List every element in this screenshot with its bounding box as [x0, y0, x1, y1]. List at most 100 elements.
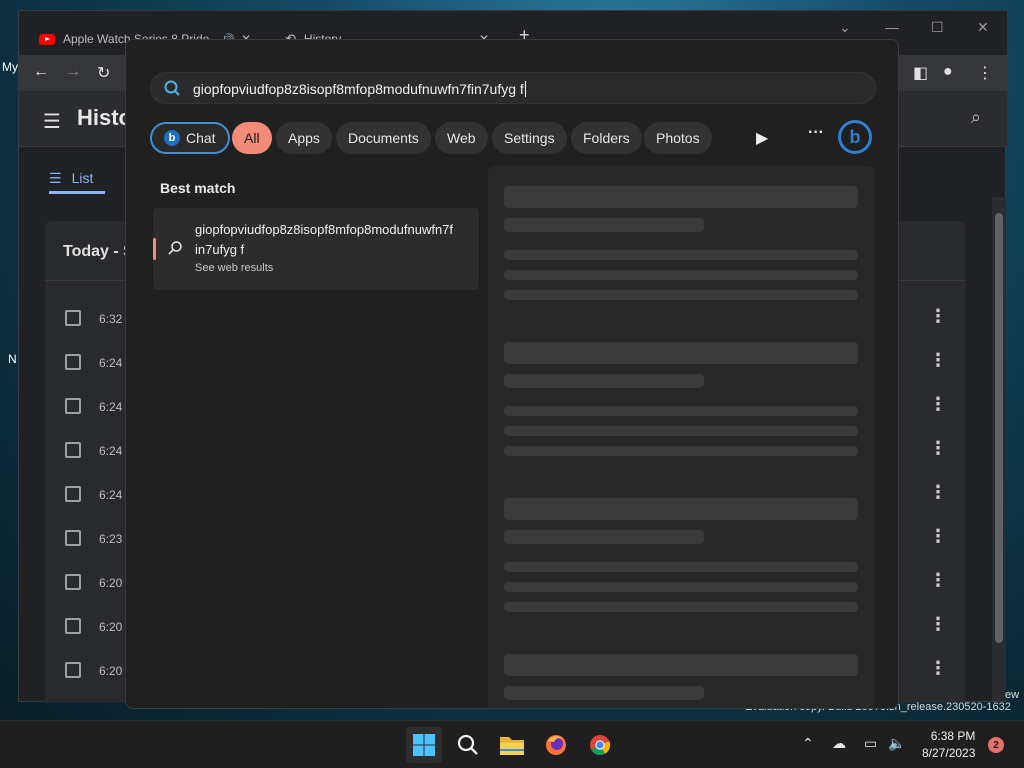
menu-kebab-icon[interactable]: ⋮ [977, 63, 993, 83]
more-options-icon[interactable]: ⋮ [929, 350, 947, 371]
loading-placeholder [504, 530, 704, 544]
file-explorer-button[interactable] [494, 727, 530, 763]
maximize-icon[interactable]: ☐ [931, 19, 944, 36]
start-button[interactable] [406, 727, 442, 763]
side-panel-icon[interactable]: ◧ [913, 63, 928, 83]
forward-icon[interactable]: → [65, 63, 81, 81]
notification-badge[interactable]: 2 [988, 737, 1004, 753]
profile-icon[interactable]: ● [943, 63, 953, 81]
search-flyout: giopfopviudfop8z8isopf8mfop8modufnuwfn7f… [125, 39, 899, 709]
clock[interactable]: 6:38 PM 8/27/2023 [922, 728, 975, 762]
desktop-icon-label[interactable]: My [2, 60, 18, 74]
desktop-icon-label[interactable]: N [8, 352, 17, 366]
filter-documents-button[interactable]: Documents [336, 122, 431, 154]
row-checkbox[interactable] [65, 618, 81, 634]
filter-label: Chat [186, 130, 216, 146]
search-icon [164, 80, 180, 96]
row-checkbox[interactable] [65, 398, 81, 414]
more-filters-play-icon[interactable]: ▶ [756, 128, 768, 148]
scrollbar[interactable] [992, 197, 1006, 701]
network-icon[interactable]: ▭ [864, 735, 877, 752]
side-text-fragment: ew [1005, 689, 1020, 701]
loading-placeholder [504, 498, 858, 520]
row-checkbox[interactable] [65, 530, 81, 546]
web-search-icon [168, 241, 182, 255]
row-checkbox[interactable] [65, 574, 81, 590]
search-query: giopfopviudfop8z8isopf8mfop8modufnuwfn7f… [193, 81, 524, 97]
loading-placeholder [504, 686, 704, 700]
best-match-subtitle: See web results [195, 262, 274, 274]
row-checkbox[interactable] [65, 442, 81, 458]
clock-time: 6:38 PM [930, 729, 976, 743]
visit-time: 6:24 [99, 356, 123, 370]
best-match-title: giopfopviudfop8z8isopf8mfop8modufnuwfn7f… [195, 222, 454, 257]
loading-placeholder [504, 446, 858, 456]
loading-placeholder [504, 270, 858, 280]
clock-date: 8/27/2023 [922, 746, 976, 760]
youtube-icon [39, 33, 55, 45]
bing-icon: b [849, 126, 861, 147]
volume-icon[interactable]: 🔈 [888, 735, 905, 752]
reload-icon[interactable]: ↻ [97, 63, 110, 83]
loading-placeholder [504, 186, 858, 208]
taskbar: ⌃ ☁ ▭ 🔈 6:38 PM 8/27/2023 2 [0, 720, 1024, 768]
section-title: Today - S [63, 243, 133, 260]
firefox-button[interactable] [538, 727, 574, 763]
more-options-icon[interactable]: ⋮ [929, 394, 947, 415]
visit-time: 6:24 [99, 400, 123, 414]
more-options-icon[interactable]: ⋮ [929, 570, 947, 591]
filter-photos-button[interactable]: Photos [644, 122, 712, 154]
loading-placeholder [504, 582, 858, 592]
visit-time: 6:23 [99, 532, 123, 546]
more-options-icon[interactable]: ··· [808, 124, 824, 142]
filter-chat-button[interactable]: b Chat [150, 122, 230, 154]
row-checkbox[interactable] [65, 354, 81, 370]
firefox-icon [546, 735, 566, 755]
search-icon [457, 734, 478, 755]
visit-time: 6:20 [99, 664, 123, 678]
filter-label: Web [447, 130, 476, 146]
filter-apps-button[interactable]: Apps [276, 122, 332, 154]
tab-label: List [71, 170, 94, 186]
more-options-icon[interactable]: ⋮ [929, 658, 947, 679]
file-explorer-icon [500, 737, 524, 755]
loading-placeholder [504, 250, 858, 260]
cloud-offline-icon[interactable]: ☁ [832, 735, 846, 752]
row-checkbox[interactable] [65, 310, 81, 326]
selection-accent [153, 238, 156, 260]
chevron-down-icon[interactable]: ⌄ [839, 19, 851, 36]
visit-time: 6:32 [99, 312, 123, 326]
scrollbar-thumb[interactable] [995, 213, 1003, 643]
filter-label: Folders [583, 130, 630, 146]
bing-chat-button[interactable]: b [838, 120, 872, 154]
back-icon[interactable]: ← [33, 63, 49, 81]
loading-placeholder [504, 562, 858, 572]
best-match-result[interactable]: giopfopviudfop8z8isopf8mfop8modufnuwfn7f… [153, 208, 479, 290]
minimize-icon[interactable]: — [885, 19, 899, 35]
more-options-icon[interactable]: ⋮ [929, 306, 947, 327]
more-options-icon[interactable]: ⋮ [929, 438, 947, 459]
loading-placeholder [504, 602, 858, 612]
visit-time: 6:24 [99, 488, 123, 502]
search-icon[interactable]: ⌕ [971, 107, 981, 128]
chevron-up-icon[interactable]: ⌃ [802, 735, 814, 752]
loading-placeholder [504, 290, 858, 300]
more-options-icon[interactable]: ⋮ [929, 614, 947, 635]
filter-web-button[interactable]: Web [435, 122, 488, 154]
chrome-button[interactable] [582, 727, 618, 763]
more-options-icon[interactable]: ⋮ [929, 482, 947, 503]
filter-settings-button[interactable]: Settings [492, 122, 567, 154]
search-input[interactable]: giopfopviudfop8z8isopf8mfop8modufnuwfn7f… [150, 72, 876, 104]
tab-list[interactable]: ☰ List [49, 161, 93, 195]
loading-placeholder [504, 218, 704, 232]
start-icon [413, 734, 435, 756]
more-options-icon[interactable]: ⋮ [929, 526, 947, 547]
filter-folders-button[interactable]: Folders [571, 122, 642, 154]
row-checkbox[interactable] [65, 662, 81, 678]
hamburger-menu-icon[interactable]: ☰ [43, 109, 61, 134]
taskbar-search-button[interactable] [450, 727, 486, 763]
row-checkbox[interactable] [65, 486, 81, 502]
filter-all-button[interactable]: All [232, 122, 272, 154]
loading-placeholder [504, 374, 704, 388]
close-window-icon[interactable]: ✕ [977, 19, 989, 36]
